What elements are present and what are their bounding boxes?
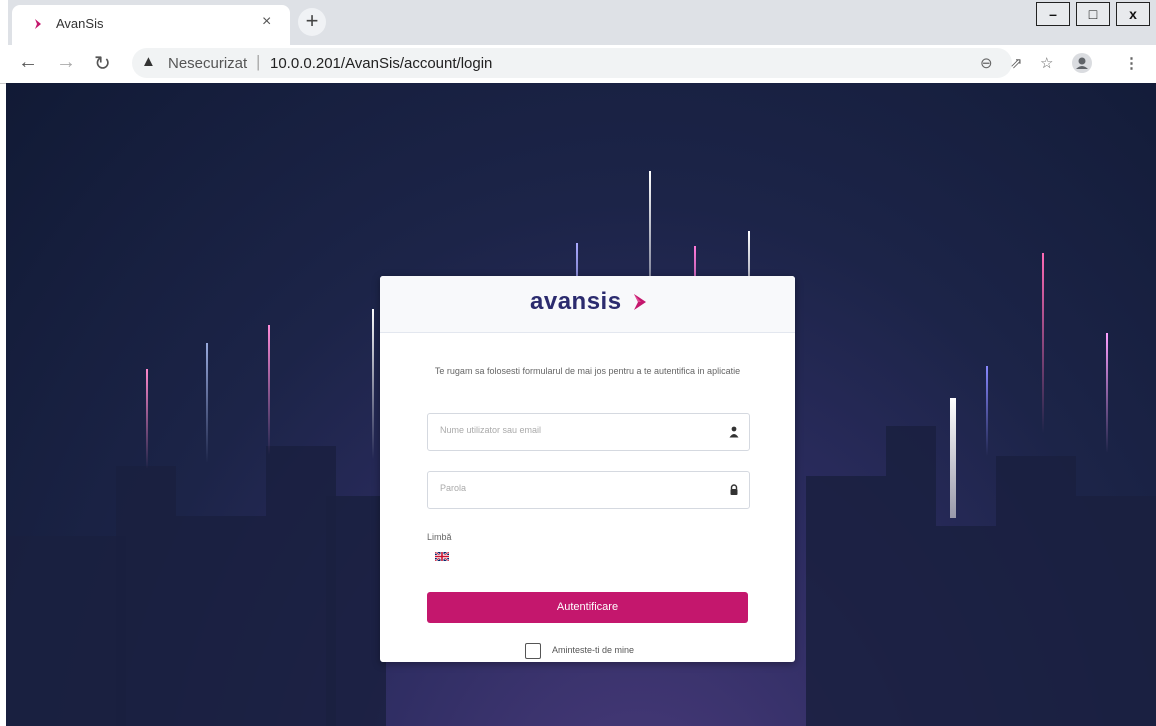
password-input[interactable] — [438, 482, 712, 494]
profile-icon[interactable] — [1072, 53, 1092, 73]
bookmark-star-icon[interactable]: ☆ — [1040, 54, 1053, 72]
tab-title: AvanSis — [56, 16, 104, 31]
login-card: avansis Te rugam sa folosesti formularul… — [380, 276, 795, 662]
forward-arrow-icon[interactable]: → — [56, 51, 76, 74]
security-status[interactable]: Nesecurizat — [168, 55, 247, 72]
browser-tab[interactable]: AvanSis × — [12, 5, 290, 45]
avansis-logo-text: avansis — [530, 288, 622, 315]
login-submit-button[interactable]: Autentificare — [427, 592, 748, 623]
user-icon — [729, 426, 739, 438]
back-arrow-icon[interactable]: ← — [18, 51, 38, 74]
reload-icon[interactable]: ↻ — [94, 51, 111, 76]
username-field[interactable] — [427, 413, 750, 451]
zoom-icon[interactable]: ⊖ — [980, 54, 993, 72]
tab-close-icon[interactable]: × — [262, 13, 271, 31]
login-card-header: avansis — [380, 276, 795, 333]
remember-me-label[interactable]: Aminteste-ti de mine — [552, 645, 634, 655]
lock-icon — [730, 484, 738, 495]
remember-me-checkbox[interactable] — [525, 643, 541, 659]
browser-toolbar: ← → ↻ ▲ Nesecurizat | 10.0.0.201/AvanSis… — [0, 45, 1156, 84]
share-icon[interactable]: ⇗ — [1010, 54, 1023, 72]
browser-tab-strip: AvanSis × + – □ x — [0, 0, 1156, 45]
avansis-favicon — [35, 19, 41, 29]
window-controls: – □ x — [1030, 2, 1150, 26]
url-text[interactable]: 10.0.0.201/AvanSis/account/login — [270, 55, 492, 72]
address-bar[interactable]: ▲ Nesecurizat | 10.0.0.201/AvanSis/accou… — [132, 48, 1012, 78]
minimize-button[interactable]: – — [1036, 2, 1070, 26]
username-input[interactable] — [438, 424, 712, 436]
new-tab-button[interactable]: + — [298, 8, 326, 36]
address-separator: | — [256, 52, 261, 71]
tab-strip-edge — [0, 0, 8, 45]
uk-flag-icon[interactable] — [435, 552, 449, 561]
language-label: Limbă — [427, 532, 452, 542]
menu-dots-icon[interactable]: ⋮ — [1124, 54, 1139, 72]
restore-button[interactable]: □ — [1076, 2, 1110, 26]
warning-icon[interactable]: ▲ — [141, 53, 156, 70]
close-window-button[interactable]: x — [1116, 2, 1150, 26]
password-field[interactable] — [427, 471, 750, 509]
avansis-logo-arrow-icon — [634, 294, 646, 310]
login-instructions: Te rugam sa folosesti formularul de mai … — [434, 366, 741, 376]
